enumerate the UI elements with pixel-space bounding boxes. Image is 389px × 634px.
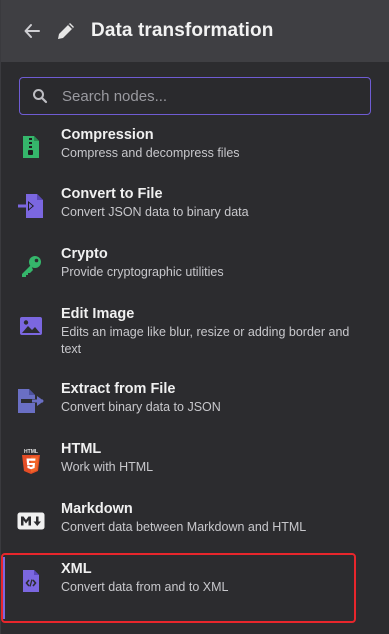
node-description: Convert JSON data to binary data [61, 205, 249, 219]
search-box [19, 77, 371, 115]
node-name: Compression [61, 127, 154, 143]
node-item-convert-to-file[interactable]: Convert to File Convert JSON data to bin… [1, 185, 389, 245]
node-item-html[interactable]: HTML HTML Work with HTML [1, 440, 389, 500]
node-name: Crypto [61, 246, 108, 262]
key-icon [17, 252, 45, 280]
arrow-left-icon [24, 24, 40, 38]
pencil-icon [53, 18, 79, 44]
node-description: Convert binary data to JSON [61, 400, 221, 414]
node-description: Provide cryptographic utilities [61, 265, 224, 279]
node-description: Convert data between Markdown and HTML [61, 520, 307, 534]
node-name: Convert to File [61, 186, 163, 202]
node-list: Compression Compress and decompress file… [1, 125, 389, 620]
node-name: HTML [61, 441, 102, 457]
node-item-crypto[interactable]: Crypto Provide cryptographic utilities [1, 245, 389, 305]
image-icon [17, 312, 45, 340]
node-description: Edits an image like blur, resize or addi… [61, 325, 350, 356]
html5-icon: HTML [17, 447, 45, 475]
search-icon [33, 89, 48, 104]
back-button[interactable] [21, 20, 43, 42]
node-item-xml[interactable]: XML Convert data from and to XML [1, 560, 389, 620]
svg-text:HTML: HTML [24, 449, 38, 455]
markdown-icon [17, 507, 45, 535]
node-name: XML [61, 561, 92, 577]
search-input[interactable] [60, 86, 370, 106]
node-name: Extract from File [61, 381, 176, 397]
node-item-markdown[interactable]: Markdown Convert data between Markdown a… [1, 500, 389, 560]
file-export-icon [17, 387, 45, 415]
node-description: Work with HTML [61, 460, 154, 474]
node-creator-panel: Data transformation Search nodes... Comp… [0, 0, 389, 634]
node-item-extract-from-file[interactable]: Extract from File Convert binary data to… [1, 380, 389, 440]
node-item-compression[interactable]: Compression Compress and decompress file… [1, 125, 389, 185]
file-code-icon [17, 567, 45, 595]
file-import-icon [17, 192, 45, 220]
node-name: Edit Image [61, 306, 135, 322]
node-description: Compress and decompress files [61, 146, 240, 160]
node-name: Markdown [61, 501, 133, 517]
selected-indicator [2, 557, 5, 619]
node-item-edit-image[interactable]: Edit Image Edits an image like blur, res… [1, 305, 389, 380]
file-archive-icon [17, 133, 45, 161]
panel-header: Data transformation [1, 0, 389, 62]
page-title: Data transformation [91, 20, 274, 41]
node-description: Convert data from and to XML [61, 580, 229, 594]
